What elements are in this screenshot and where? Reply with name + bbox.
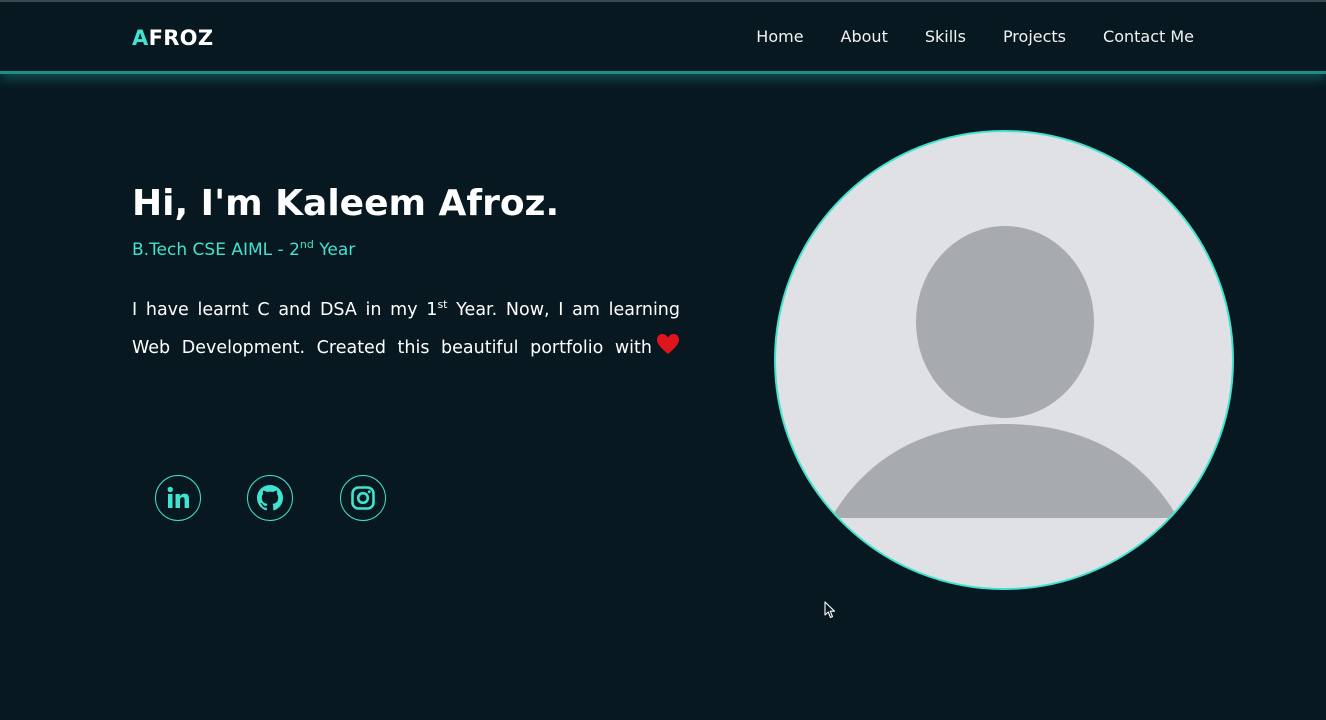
subtitle-suffix: Year xyxy=(313,240,356,260)
hero-subtitle: B.Tech CSE AIML - 2nd Year xyxy=(132,238,355,260)
linkedin-link[interactable] xyxy=(155,475,201,521)
github-link[interactable] xyxy=(247,475,293,521)
user-silhouette-icon xyxy=(776,226,1232,588)
nav-home[interactable]: Home xyxy=(756,27,803,46)
nav-skills[interactable]: Skills xyxy=(925,27,966,46)
nav-menu: Home About Skills Projects Contact Me xyxy=(756,27,1194,46)
subtitle-sup: nd xyxy=(299,238,314,251)
mouse-cursor-icon xyxy=(824,601,836,619)
logo-first-letter: A xyxy=(132,26,149,50)
subtitle-prefix: B.Tech CSE AIML - 2 xyxy=(132,240,300,260)
logo[interactable]: AFROZ xyxy=(132,26,213,50)
instagram-icon xyxy=(351,486,375,510)
nav-contact-me[interactable]: Contact Me xyxy=(1103,27,1194,46)
bio-sup: st xyxy=(437,298,448,311)
profile-avatar xyxy=(774,130,1234,590)
navbar: AFROZ Home About Skills Projects Contact… xyxy=(0,2,1326,74)
github-icon xyxy=(257,485,283,511)
linkedin-icon xyxy=(167,486,189,508)
hero-bio: I have learnt C and DSA in my 1st Year. … xyxy=(132,286,680,369)
logo-rest: FROZ xyxy=(148,26,214,50)
instagram-link[interactable] xyxy=(340,475,386,521)
heart-icon xyxy=(656,331,680,369)
nav-projects[interactable]: Projects xyxy=(1003,27,1066,46)
bio-part1: I have learnt C and DSA in my 1 xyxy=(132,300,438,320)
nav-about[interactable]: About xyxy=(841,27,888,46)
hero-title: Hi, I'm Kaleem Afroz. xyxy=(132,183,560,224)
